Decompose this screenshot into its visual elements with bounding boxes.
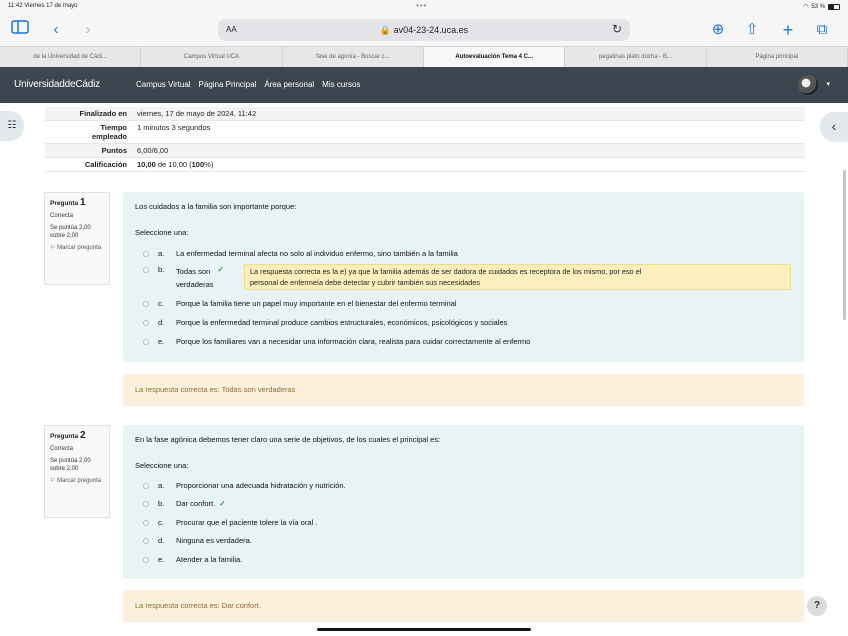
chevron-down-icon[interactable]: ▾ [826, 80, 830, 88]
tabs-overview-icon[interactable]: ⧉ [812, 20, 832, 40]
radio-button[interactable] [143, 482, 149, 489]
answer-option-e[interactable]: e. Atender a la familia. [143, 555, 242, 564]
answer-option-b[interactable]: b. Todas son verdaderas ✓ [143, 265, 224, 291]
correct-answer-1: La respuesta correcta es: Todas son verd… [123, 374, 804, 406]
block-drawer-toggle-icon[interactable]: ‹ [820, 112, 848, 142]
wifi-icon: ◠ [803, 4, 809, 10]
nav-link-campus-virtual[interactable]: Campus Virtual [136, 80, 191, 89]
check-icon: ✓ [217, 265, 224, 274]
table-row: Tiempo empleado 1 minutos 3 segundos [45, 121, 805, 144]
table-row: Finalizado en viernes, 17 de mayo de 202… [45, 107, 805, 121]
answer-option-e[interactable]: e. Porque los familiares van a necesidar… [143, 337, 530, 346]
forward-icon[interactable]: › [78, 20, 98, 40]
question-score: Se puntúa 2,00 sobre 2,00 [50, 458, 91, 472]
answer-option-c[interactable]: c. Procurar que el paciente tolere la ví… [143, 518, 317, 527]
site-navbar: UniversidaddeCádiz Campus Virtual Página… [0, 67, 848, 103]
browser-tab[interactable]: pegatinas plato ducha - B... [565, 47, 707, 67]
browser-toolbar: ‹ › AA 🔒 av04-23-24.uca.es ↻ ⊕ ⇧ + ⧉ [0, 14, 848, 46]
select-one-label: Seleccione una: [135, 228, 189, 237]
question-number: Pregunta 1 [50, 197, 86, 208]
battery-percent: 53 % [811, 3, 825, 10]
answer-option-a[interactable]: a. La enfermedad terminal afecta no solo… [143, 249, 458, 258]
url-text: 🔒 av04-23-24.uca.es [379, 25, 469, 35]
battery-icon [828, 3, 840, 10]
correct-answer-2: La respuesta correcta es: Dar confort. [123, 590, 804, 622]
answer-option-d[interactable]: d. Porque la enfermedad terminal produce… [143, 318, 507, 327]
browser-tab[interactable]: Página principal [707, 47, 848, 67]
question-number: Pregunta 2 [50, 430, 86, 441]
select-one-label: Seleccione una: [135, 461, 189, 470]
nav-link-area-personal[interactable]: Área personal [264, 80, 314, 89]
question-text: En la fase agónica debemos tener claro u… [135, 435, 441, 444]
radio-button[interactable] [143, 338, 149, 345]
answer-option-b[interactable]: b. Dar confort. ✓ [143, 499, 225, 508]
tab-bar: de la Universidad de Cádi... Campus Virt… [0, 46, 848, 67]
radio-button[interactable] [143, 556, 149, 563]
radio-button[interactable] [143, 300, 149, 307]
flag-question-link[interactable]: ⚐ Marcar pregunta [50, 477, 104, 485]
radio-button[interactable] [143, 537, 149, 544]
browser-tab[interactable]: Campus Virtual UCA [141, 47, 283, 67]
browser-tab[interactable]: de la Universidad de Cádi... [0, 47, 142, 67]
site-logo[interactable]: UniversidaddeCádiz [14, 79, 100, 90]
table-row: Puntos 6,00/6,00 [45, 144, 805, 158]
address-bar[interactable]: AA 🔒 av04-23-24.uca.es ↻ [218, 19, 630, 41]
multitask-dots-icon[interactable]: ••• [416, 1, 427, 10]
browser-tab[interactable]: fase de agonía - Buscar c... [283, 47, 424, 67]
question-info-1: Pregunta 1 Correcta Se puntúa 2,00 sobre… [44, 192, 110, 285]
table-row: Calificación 10,00 de 10,00 (100%) [45, 158, 805, 172]
answer-option-a[interactable]: a. Proporcionar una adecuada hidratación… [143, 481, 346, 490]
download-icon[interactable]: ⊕ [708, 20, 728, 40]
status-bar: 11:42 Viernes 17 de mayo ••• ◠ 53 % [0, 0, 848, 14]
question-text: Los cuidados a la familia son importante… [135, 202, 297, 211]
nav-link-mis-cursos[interactable]: Mis cursos [322, 80, 360, 89]
help-button[interactable]: ? [807, 596, 827, 616]
sidebar-icon[interactable] [10, 20, 30, 40]
course-index-toggle-icon[interactable]: ☷ [0, 111, 24, 141]
browser-tab-active[interactable]: Autoevaluación Tema 4 C... [423, 47, 566, 67]
scrollbar[interactable] [843, 170, 846, 320]
home-indicator[interactable] [317, 628, 531, 631]
radio-button[interactable] [143, 519, 149, 526]
question-content-2: En la fase agónica debemos tener claro u… [123, 425, 804, 579]
flag-icon: ⚐ [50, 478, 56, 484]
question-content-1: Los cuidados a la familia son importante… [123, 192, 804, 362]
new-tab-icon[interactable]: + [778, 20, 798, 40]
question-info-2: Pregunta 2 Correcta Se puntúa 2,00 sobre… [44, 425, 110, 518]
status-time: 11:42 Viernes 17 de mayo [8, 3, 78, 9]
attempt-summary-table: Finalizado en viernes, 17 de mayo de 202… [45, 107, 805, 172]
question-state: Correcta [50, 446, 74, 452]
status-right: ◠ 53 % [803, 3, 840, 10]
question-state: Correcta [50, 213, 74, 219]
radio-button[interactable] [143, 267, 149, 273]
nav-link-pagina-principal[interactable]: Página Principal [199, 80, 257, 89]
question-score: Se puntúa 2,00 sobre 2,00 [50, 225, 91, 239]
answer-option-d[interactable]: d. Ninguna es verdadera. [143, 536, 252, 545]
radio-button[interactable] [143, 500, 149, 507]
check-icon: ✓ [219, 499, 226, 508]
radio-button[interactable] [143, 250, 149, 257]
answer-option-c[interactable]: c. Porque la familia tiene un papel muy … [143, 299, 457, 308]
flag-question-link[interactable]: ⚐ Marcar pregunta [50, 244, 104, 252]
share-icon[interactable]: ⇧ [742, 20, 762, 40]
answer-feedback: La respuesta correcta es la e) ya que la… [244, 264, 791, 290]
back-icon[interactable]: ‹ [46, 20, 66, 40]
radio-button[interactable] [143, 319, 149, 326]
flag-icon: ⚐ [50, 245, 56, 251]
nav-links: Campus Virtual Página Principal Área per… [136, 80, 360, 89]
reload-icon[interactable]: ↻ [612, 22, 622, 36]
user-avatar[interactable] [798, 75, 818, 95]
